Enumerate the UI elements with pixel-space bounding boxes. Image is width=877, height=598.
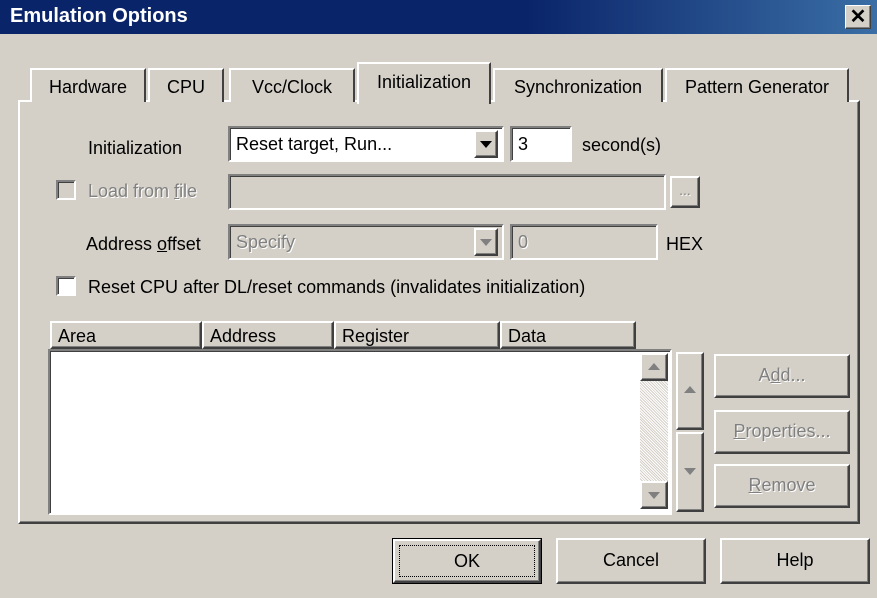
tab-cpu[interactable]: CPU: [148, 68, 224, 102]
initialization-mode-select[interactable]: Reset target, Run...: [228, 126, 504, 162]
seconds-value: 3: [518, 134, 529, 154]
ok-button[interactable]: OK: [392, 538, 542, 584]
reset-cpu-checkbox[interactable]: [56, 276, 76, 296]
hex-unit-label: HEX: [666, 234, 704, 254]
address-offset-value: 0: [518, 232, 529, 252]
load-from-file-label: Load from file: [88, 181, 198, 201]
chevron-down-icon: [648, 492, 660, 499]
reset-cpu-label: Reset CPU after DL/reset commands (inval…: [88, 277, 586, 297]
add-button[interactable]: Add...: [714, 354, 850, 398]
move-up-button[interactable]: [676, 352, 704, 430]
remove-button[interactable]: Remove: [714, 464, 850, 508]
tab-initialization[interactable]: Initialization: [357, 62, 491, 104]
initialization-mode-dropdown-button[interactable]: [474, 130, 498, 158]
address-offset-mode-select[interactable]: Specify: [228, 224, 504, 260]
load-file-path-input[interactable]: [228, 174, 666, 210]
address-offset-mode-value: Specify: [236, 232, 296, 252]
browse-file-button[interactable]: ...: [670, 176, 700, 208]
ok-button-label: OK: [399, 545, 535, 577]
chevron-down-icon: [684, 468, 696, 475]
initialization-label: Initialization: [88, 138, 183, 158]
tab-pattern-generator[interactable]: Pattern Generator: [665, 68, 849, 102]
cancel-button[interactable]: Cancel: [556, 538, 706, 584]
close-button[interactable]: ✕: [845, 5, 871, 29]
chevron-up-icon: [684, 386, 696, 393]
column-header-area[interactable]: Area: [50, 321, 202, 349]
tab-synchronization[interactable]: Synchronization: [493, 68, 663, 102]
initialization-table[interactable]: [48, 349, 672, 515]
scroll-up-button[interactable]: [640, 353, 668, 381]
help-button[interactable]: Help: [720, 538, 870, 584]
chevron-up-icon: [648, 363, 660, 370]
chevron-down-icon: [480, 141, 492, 148]
address-offset-label: Address offset: [86, 234, 201, 254]
properties-button[interactable]: Properties...: [714, 410, 850, 454]
seconds-input[interactable]: 3: [510, 126, 572, 162]
chevron-down-icon: [480, 239, 492, 246]
address-offset-dropdown-button[interactable]: [474, 228, 498, 256]
initialization-mode-value: Reset target, Run...: [236, 134, 393, 154]
tab-vcc-clock[interactable]: Vcc/Clock: [229, 68, 355, 102]
tab-hardware[interactable]: Hardware: [30, 68, 146, 102]
window-title: Emulation Options: [10, 5, 188, 27]
column-header-address[interactable]: Address: [202, 321, 334, 349]
column-header-data[interactable]: Data: [500, 321, 636, 349]
seconds-unit-label: second(s): [582, 135, 662, 155]
column-header-register[interactable]: Register: [334, 321, 500, 349]
scroll-down-button[interactable]: [640, 481, 668, 509]
address-offset-input[interactable]: 0: [510, 224, 658, 260]
load-from-file-checkbox[interactable]: [56, 180, 76, 200]
close-icon: ✕: [849, 6, 867, 28]
move-down-button[interactable]: [676, 432, 704, 512]
